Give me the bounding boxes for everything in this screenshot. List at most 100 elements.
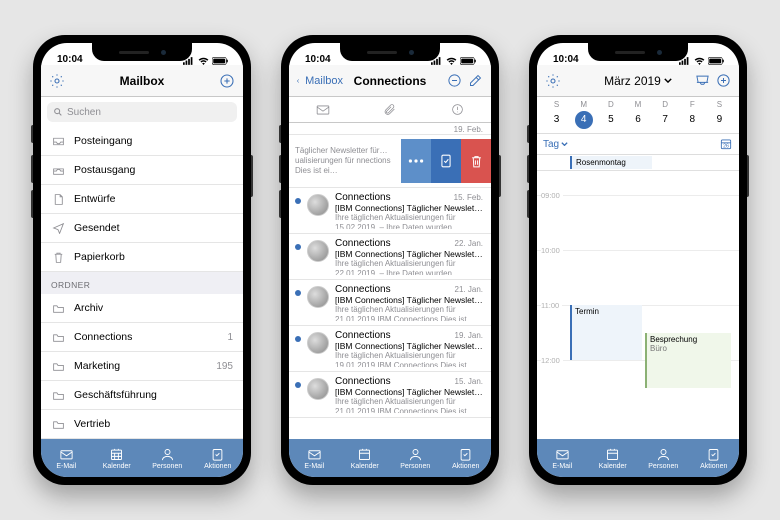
mailbox-row[interactable]: Gesendet [41, 214, 243, 243]
add-icon[interactable] [219, 73, 235, 89]
mailbox-row[interactable]: Entwürfe [41, 185, 243, 214]
message-row[interactable]: Connections21. Jan.[IBM Connections] Täg… [289, 280, 491, 326]
status-time: 10:04 [57, 54, 83, 65]
tab-email[interactable]: E-Mail [41, 439, 92, 477]
status-icons [183, 57, 229, 65]
weekday-label: S [543, 100, 570, 109]
msg-preview: Ihre täglichen Aktualisierungen für 22.0… [335, 259, 483, 275]
msg-date: 21. Jan. [455, 285, 483, 294]
avatar [307, 332, 329, 354]
trash-icon [51, 251, 65, 264]
mailbox-row[interactable]: Papierkorb [41, 243, 243, 272]
msg-preview: Ihre täglichen Aktualisierungen für 21.0… [335, 305, 483, 321]
weekday-label: S [706, 100, 733, 109]
msg-date: 15. Feb. [454, 193, 483, 202]
row-label: Vertrieb [74, 418, 233, 430]
folder-icon [51, 390, 65, 401]
navbar-title: Connections [343, 74, 437, 88]
msg-date: 19. Jan. [455, 331, 483, 340]
calendar-day[interactable]: 8 [679, 111, 706, 129]
search-input[interactable]: Suchen [47, 102, 237, 122]
svg-text:26: 26 [723, 144, 729, 150]
folder-row[interactable]: Marketing195 [41, 352, 243, 381]
allday-row: Rosenmontag [537, 155, 739, 171]
calendar-body[interactable]: Rosenmontag 09:00 10:00 11:00 12:00 Term… [537, 155, 739, 439]
phone-calendar: 10:04 März 2019 SMDMDFS 3456789 Tag 26 R… [529, 35, 747, 485]
tab-calendar[interactable]: Kalender [340, 439, 391, 477]
calendar-event-besprechung[interactable]: BesprechungBüro [645, 333, 731, 388]
weekday-label: M [624, 100, 651, 109]
search-placeholder: Suchen [67, 107, 101, 118]
mailbox-row[interactable]: Postausgang [41, 156, 243, 185]
tab-calendar[interactable]: Kalender [588, 439, 639, 477]
msg-sender: Connections [335, 376, 391, 387]
row-label: Postausgang [74, 164, 233, 176]
calendar-day[interactable]: 3 [543, 111, 570, 129]
msg-subject: [IBM Connections] Täglicher Newsletter f… [335, 341, 483, 351]
sent-icon [51, 222, 65, 234]
msg-sender: Connections [335, 238, 391, 249]
back-button[interactable]: Mailbox [297, 74, 343, 88]
row-label: Connections [74, 331, 218, 343]
allday-event[interactable]: Rosenmontag [570, 156, 652, 169]
filter-mail-icon[interactable] [289, 97, 356, 122]
swipe-delete-icon[interactable] [461, 139, 491, 183]
tab-people[interactable]: Personen [390, 439, 441, 477]
folder-row[interactable]: Vertrieb [41, 410, 243, 439]
row-label: Archiv [74, 302, 233, 314]
calendar-day[interactable]: 6 [624, 111, 651, 129]
weekday-header: SMDMDFS [537, 97, 739, 111]
message-list: 19. Feb. Täglicher Newsletter für… ualis… [289, 123, 491, 439]
unread-dot-icon [295, 198, 301, 204]
tab-calendar[interactable]: Kalender [92, 439, 143, 477]
calendar-day[interactable]: 4 [570, 111, 597, 129]
tab-people[interactable]: Personen [142, 439, 193, 477]
msg-sender: Connections [335, 192, 391, 203]
message-row-swiped[interactable]: Täglicher Newsletter für… ualisierungen … [289, 135, 491, 188]
swipe-archive-icon[interactable] [431, 139, 461, 183]
month-selector[interactable]: März 2019 [591, 74, 685, 88]
phone-messages: 10:04 Mailbox Connections 19. Feb. Tägli… [281, 35, 499, 485]
msg-date: 15. Jan. [455, 377, 483, 386]
inbox-icon[interactable] [695, 74, 710, 87]
calendar-day[interactable]: 5 [597, 111, 624, 129]
message-row[interactable]: Connections19. Jan.[IBM Connections] Täg… [289, 326, 491, 372]
settings-icon[interactable] [545, 73, 561, 89]
msg-subject: [IBM Connections] Täglicher Newsletter f… [335, 387, 483, 397]
day-row: 3456789 [537, 111, 739, 134]
outbox-icon [51, 165, 65, 176]
tab-actions[interactable]: Aktionen [689, 439, 740, 477]
add-icon[interactable] [716, 73, 731, 88]
message-row[interactable]: Connections15. Feb.[IBM Connections] Täg… [289, 188, 491, 234]
msg-preview: Ihre täglichen Aktualisierungen für 19.0… [335, 351, 483, 367]
calendar-day[interactable]: 7 [652, 111, 679, 129]
filter-attachments-icon[interactable] [356, 97, 423, 122]
folder-row[interactable]: Connections 1 [41, 323, 243, 352]
tab-actions[interactable]: Aktionen [441, 439, 492, 477]
view-selector[interactable]: Tag [543, 139, 568, 150]
compose-icon[interactable] [468, 73, 483, 88]
message-row[interactable]: Connections22. Jan.[IBM Connections] Täg… [289, 234, 491, 280]
row-count: 1 [227, 332, 233, 343]
swipe-more-icon[interactable] [401, 139, 431, 183]
avatar [307, 378, 329, 400]
tab-email[interactable]: E-Mail [537, 439, 588, 477]
calendar-event-termin[interactable]: Termin [570, 305, 642, 360]
folder-row[interactable]: Geschäftsführung [41, 381, 243, 410]
message-row[interactable]: Connections 15. Jan.[IBM Connections] Täg… [289, 372, 491, 418]
folder-row[interactable]: Archiv [41, 294, 243, 323]
filter-important-icon[interactable] [424, 97, 491, 122]
mailbox-row[interactable]: Posteingang [41, 127, 243, 156]
mark-read-icon[interactable] [447, 73, 462, 88]
today-icon[interactable]: 26 [719, 137, 733, 151]
settings-icon[interactable] [49, 73, 65, 89]
tab-people[interactable]: Personen [638, 439, 689, 477]
folder-icon [51, 303, 65, 314]
tab-actions[interactable]: Aktionen [193, 439, 244, 477]
row-label: Geschäftsführung [74, 389, 233, 401]
unread-dot-icon [295, 336, 301, 342]
calendar-day[interactable]: 9 [706, 111, 733, 129]
tab-email[interactable]: E-Mail [289, 439, 340, 477]
row-label: Entwürfe [74, 193, 233, 205]
unread-dot-icon [295, 290, 301, 296]
